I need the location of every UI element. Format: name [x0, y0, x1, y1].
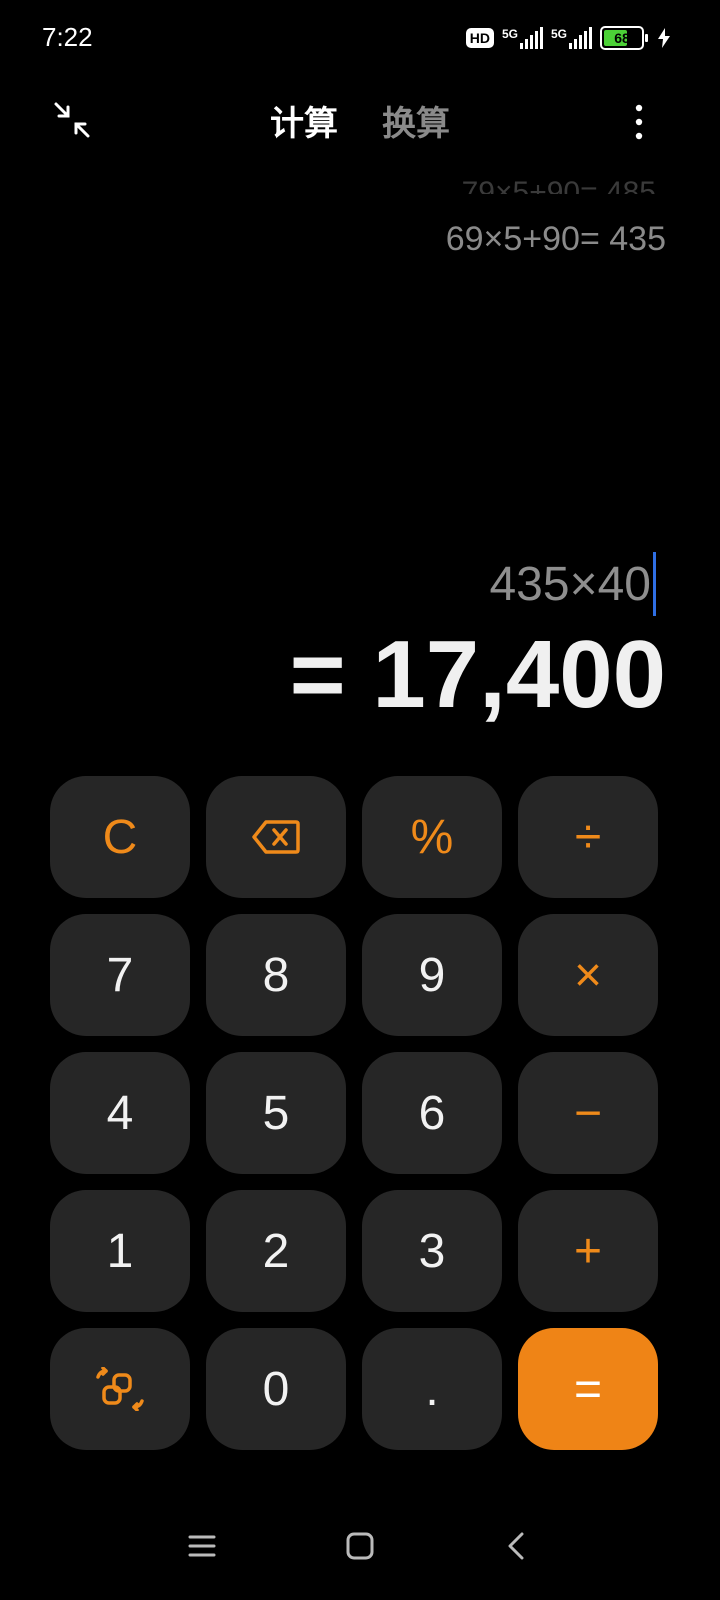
- digit-8-button[interactable]: 8: [206, 914, 346, 1036]
- home-icon[interactable]: [346, 1532, 374, 1560]
- result-display: = 17,400: [289, 621, 666, 728]
- key-label: 3: [418, 1224, 446, 1278]
- expression-text: 435×40: [489, 557, 651, 611]
- clear-button[interactable]: C: [50, 776, 190, 898]
- back-icon[interactable]: [504, 1532, 528, 1560]
- key-label: 2: [262, 1224, 290, 1278]
- battery-percent: 68: [614, 30, 630, 46]
- key-label: C: [102, 810, 138, 864]
- signal-icon: 5G: [502, 27, 543, 49]
- top-nav: 计算 换算: [0, 84, 720, 158]
- status-bar: 7:22 HD 5G 5G 68: [0, 0, 720, 84]
- status-time: 7:22: [42, 22, 93, 52]
- digit-3-button[interactable]: 3: [362, 1190, 502, 1312]
- hd-voice-icon: HD: [465, 28, 494, 48]
- key-label: 1: [106, 1224, 134, 1278]
- key-label: 4: [106, 1086, 134, 1140]
- minus-button[interactable]: −: [518, 1052, 658, 1174]
- digit-5-button[interactable]: 5: [206, 1052, 346, 1174]
- swap-icon: [94, 1367, 146, 1411]
- system-nav-bar: [0, 1520, 720, 1592]
- mode-tabs: 计算 换算: [0, 96, 720, 145]
- multiply-button[interactable]: ×: [518, 914, 658, 1036]
- text-cursor: [653, 552, 656, 616]
- more-options-icon[interactable]: [634, 102, 644, 142]
- tab-convert[interactable]: 换算: [382, 96, 450, 145]
- percent-button[interactable]: %: [362, 776, 502, 898]
- key-label: %: [410, 810, 454, 864]
- signal-icon-2: 5G: [551, 27, 592, 49]
- digit-7-button[interactable]: 7: [50, 914, 190, 1036]
- recent-apps-icon[interactable]: [188, 1532, 216, 1560]
- divide-button[interactable]: ÷: [518, 776, 658, 898]
- key-label: 5: [262, 1086, 290, 1140]
- key-label: =: [573, 1362, 603, 1416]
- history-entry[interactable]: 69×5+90= 435: [446, 220, 666, 259]
- digit-0-button[interactable]: 0: [206, 1328, 346, 1450]
- key-label: ÷: [574, 810, 602, 864]
- expression-display[interactable]: 435×40: [489, 552, 656, 616]
- digit-2-button[interactable]: 2: [206, 1190, 346, 1312]
- digit-6-button[interactable]: 6: [362, 1052, 502, 1174]
- key-label: .: [425, 1362, 439, 1416]
- digit-9-button[interactable]: 9: [362, 914, 502, 1036]
- key-label: 0: [262, 1362, 290, 1416]
- keypad: C% ÷ 7 8 9 × 4 5 6 − 1 2 3 +0. =: [50, 776, 670, 1460]
- equals-button[interactable]: =: [518, 1328, 658, 1450]
- backspace-icon: [252, 820, 300, 854]
- digit-1-button[interactable]: 1: [50, 1190, 190, 1312]
- charging-bolt-icon: [658, 28, 670, 48]
- key-label: 7: [106, 948, 134, 1002]
- decimal-button[interactable]: .: [362, 1328, 502, 1450]
- history-entry-faded[interactable]: 79×5+90= 485: [462, 176, 656, 194]
- scientific-toggle-button[interactable]: [50, 1328, 190, 1450]
- tab-calculate[interactable]: 计算: [270, 96, 338, 145]
- status-icons: HD 5G 5G 68: [465, 26, 670, 50]
- key-label: −: [573, 1086, 603, 1140]
- plus-button[interactable]: +: [518, 1190, 658, 1312]
- key-label: 8: [262, 948, 290, 1002]
- key-label: 9: [418, 948, 446, 1002]
- backspace-button[interactable]: [206, 776, 346, 898]
- digit-4-button[interactable]: 4: [50, 1052, 190, 1174]
- key-label: ×: [573, 948, 603, 1002]
- battery-icon: 68: [600, 26, 648, 50]
- key-label: 6: [418, 1086, 446, 1140]
- key-label: +: [573, 1224, 603, 1278]
